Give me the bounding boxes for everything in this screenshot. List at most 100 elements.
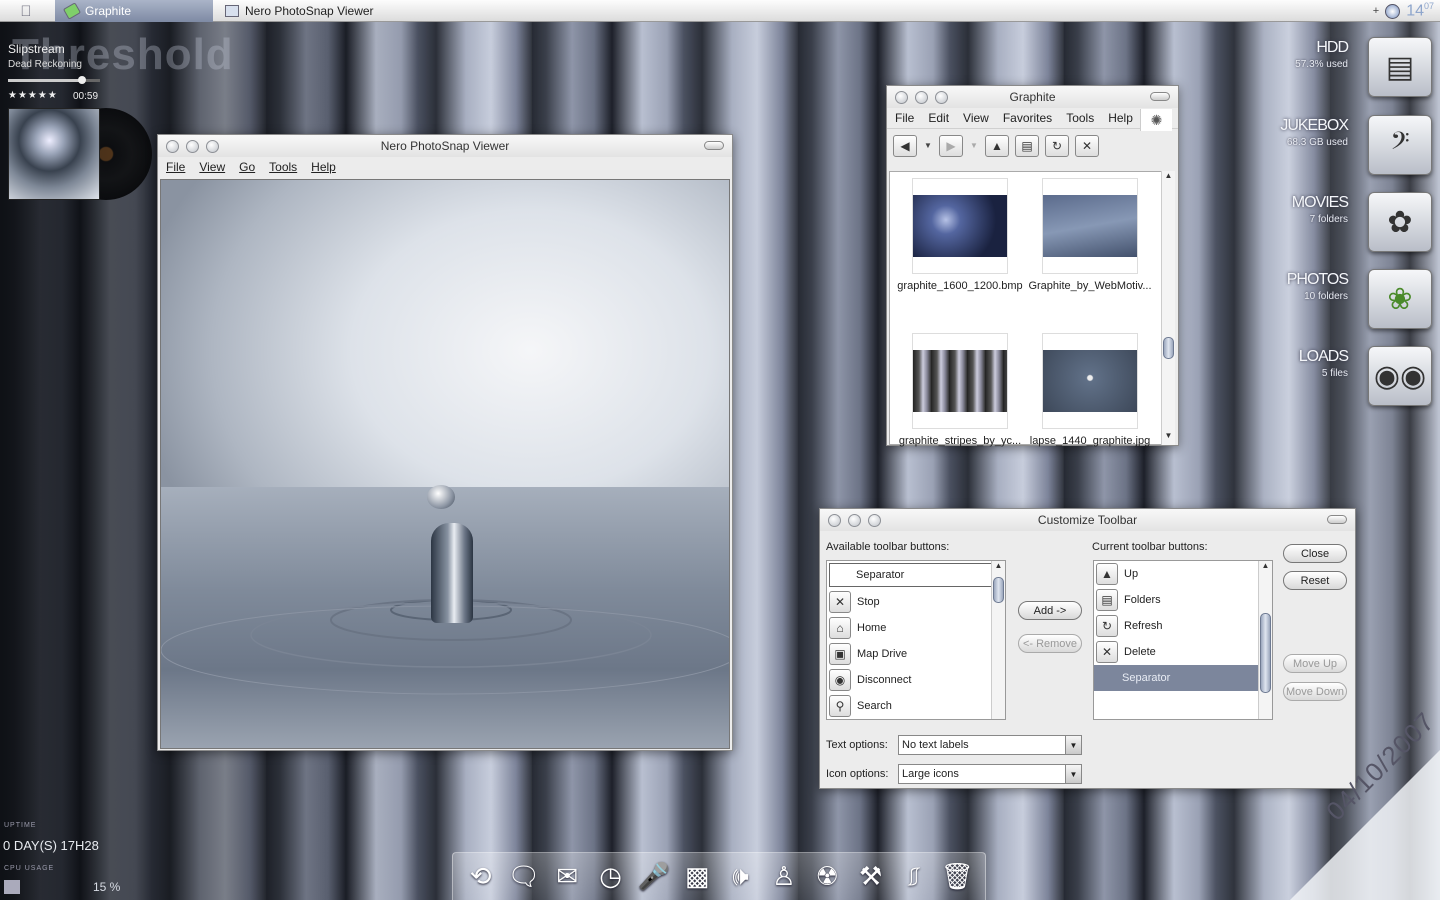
window-titlebar[interactable]: Graphite	[887, 86, 1178, 108]
zoom-button[interactable]	[868, 514, 881, 527]
photo-canvas[interactable]	[160, 179, 730, 749]
scroll-thumb[interactable]	[993, 577, 1004, 603]
rating-stars[interactable]: ★★★★★	[8, 90, 58, 101]
scroll-thumb[interactable]	[1163, 337, 1174, 359]
list-item-search[interactable]: ⚲ Search	[827, 693, 1005, 719]
menu-help[interactable]: Help	[311, 160, 336, 174]
drive-jukebox[interactable]: JUKEBOX 68.3 GB used 𝄢	[1280, 115, 1438, 181]
tools-icon[interactable]: ⚒	[854, 861, 888, 892]
move-down-button[interactable]: Move Down	[1283, 682, 1347, 701]
up-button[interactable]: ▲	[985, 134, 1009, 157]
current-list-scrollbar[interactable]: ▲	[1258, 561, 1272, 719]
chat-bubble-icon[interactable]: 🗨	[507, 861, 541, 892]
eyes-icon[interactable]: ◉◉	[1368, 346, 1432, 406]
text-options-select[interactable]: No text labels ▼	[898, 735, 1082, 755]
list-item-delete[interactable]: ✕ Delete	[1094, 639, 1272, 665]
zoom-button[interactable]	[206, 140, 219, 153]
drive-photos[interactable]: PHOTOS 10 folders ❀	[1287, 269, 1438, 335]
microphone-icon[interactable]: 🎤	[637, 861, 671, 892]
menu-tools[interactable]: Tools	[1066, 111, 1094, 125]
toolbar-toggle-button[interactable]	[1327, 515, 1347, 524]
toolbar-toggle-button[interactable]	[1150, 92, 1170, 101]
list-item-map-drive[interactable]: ▣ Map Drive	[827, 641, 1005, 667]
scroll-up-arrow-icon[interactable]: ▲	[1259, 561, 1272, 573]
minimize-button[interactable]	[915, 91, 928, 104]
window-titlebar[interactable]: Customize Toolbar	[820, 509, 1355, 531]
refresh-button[interactable]: ↻	[1045, 134, 1069, 157]
file-item[interactable]: lapse_1440_graphite.jpg	[1020, 329, 1160, 479]
close-dialog-button[interactable]: Close	[1283, 544, 1347, 563]
drive-loads[interactable]: LOADS 5 files ◉◉	[1290, 346, 1438, 412]
scroll-down-arrow-icon[interactable]: ▼	[1162, 431, 1175, 443]
available-buttons-list[interactable]: Separator ✕ Stop ⌂ Home ▣ Map Drive ◉ Discon…	[826, 560, 1006, 720]
minimize-button[interactable]	[848, 514, 861, 527]
close-button[interactable]	[166, 140, 179, 153]
chevron-down-icon[interactable]: ▼	[1065, 765, 1081, 783]
menu-view[interactable]: View	[963, 111, 989, 125]
menu-edit[interactable]: Edit	[928, 111, 949, 125]
list-item-folders[interactable]: ▤ Folders	[1094, 587, 1272, 613]
reset-button[interactable]: Reset	[1283, 571, 1347, 590]
task-graphite[interactable]: Graphite	[55, 0, 213, 22]
user-icon[interactable]: ♙	[767, 861, 801, 892]
current-buttons-list[interactable]: ▲ Up ▤ Folders ↻ Refresh ✕ Delete Separator …	[1093, 560, 1273, 720]
apple-menu-icon[interactable]: 	[0, 0, 52, 22]
radiation-icon[interactable]: ☢	[810, 861, 844, 892]
forward-button[interactable]: ▶	[939, 134, 963, 157]
menu-favorites[interactable]: Favorites	[1003, 111, 1052, 125]
tray-plus-button[interactable]: +	[1373, 5, 1379, 17]
scroll-up-arrow-icon[interactable]: ▲	[992, 561, 1005, 573]
menu-tools[interactable]: Tools	[269, 160, 297, 174]
forward-dropdown-icon[interactable]: ▼	[969, 141, 979, 150]
film-reel-icon[interactable]: ✿	[1368, 192, 1432, 252]
mail-icon[interactable]: ✉	[550, 861, 584, 892]
menu-file[interactable]: File	[895, 111, 914, 125]
close-button[interactable]	[895, 91, 908, 104]
projector-icon[interactable]: ⎎	[897, 861, 931, 893]
chevron-down-icon[interactable]: ▼	[1065, 736, 1081, 754]
toolbar-toggle-button[interactable]	[704, 141, 724, 150]
available-list-scrollbar[interactable]: ▲	[991, 561, 1005, 719]
remove-button[interactable]: <- Remove	[1018, 634, 1082, 653]
hard-drive-icon[interactable]: ▤	[1368, 37, 1432, 97]
list-item-up[interactable]: ▲ Up	[1094, 561, 1272, 587]
bass-clef-icon[interactable]: 𝄢	[1368, 115, 1432, 175]
menu-help[interactable]: Help	[1108, 111, 1133, 125]
list-item-separator[interactable]: Separator	[1094, 665, 1272, 691]
firefox-icon[interactable]: ⟲	[464, 861, 498, 892]
file-item[interactable]: graphite_stripes_by_yc...	[890, 329, 1030, 479]
menu-view[interactable]: View	[199, 160, 225, 174]
minimize-button[interactable]	[186, 140, 199, 153]
zoom-button[interactable]	[935, 91, 948, 104]
delete-button[interactable]: ✕	[1075, 134, 1099, 157]
scroll-thumb[interactable]	[1260, 613, 1271, 693]
folders-button[interactable]: ▤	[1015, 134, 1039, 157]
list-item-stop[interactable]: ✕ Stop	[827, 589, 1005, 615]
back-dropdown-icon[interactable]: ▼	[923, 141, 933, 150]
menu-go[interactable]: Go	[239, 160, 255, 174]
icon-options-select[interactable]: Large icons ▼	[898, 764, 1082, 784]
drive-hdd[interactable]: HDD 57.3% used ▤	[1290, 37, 1438, 103]
close-button[interactable]	[828, 514, 841, 527]
list-item-disconnect[interactable]: ◉ Disconnect	[827, 667, 1005, 693]
back-button[interactable]: ◀	[893, 134, 917, 157]
add-button[interactable]: Add ->	[1018, 601, 1082, 620]
speakers-icon[interactable]: ▩	[680, 861, 714, 892]
window-titlebar[interactable]: Nero PhotoSnap Viewer	[158, 135, 732, 157]
trash-icon[interactable]: 🗑	[940, 861, 974, 892]
track-progress-bar[interactable]	[8, 76, 100, 84]
list-item-home[interactable]: ⌂ Home	[827, 615, 1005, 641]
scroll-up-arrow-icon[interactable]: ▲	[1162, 171, 1175, 183]
clock-icon[interactable]: ◷	[594, 861, 628, 892]
globe-icon[interactable]	[1385, 3, 1401, 19]
track-progress-knob[interactable]	[77, 76, 86, 84]
move-up-button[interactable]: Move Up	[1283, 654, 1347, 673]
list-item-separator[interactable]: Separator	[829, 563, 1003, 587]
drive-movies[interactable]: MOVIES 7 folders ✿	[1290, 192, 1438, 258]
file-item[interactable]: graphite_1600_1200.bmp	[890, 174, 1030, 324]
volume-icon[interactable]: 🕪	[724, 861, 758, 893]
list-item-refresh[interactable]: ↻ Refresh	[1094, 613, 1272, 639]
file-item[interactable]: Graphite_by_WebMotiv...	[1020, 174, 1160, 324]
photo-leaf-icon[interactable]: ❀	[1368, 269, 1432, 329]
task-nero[interactable]: Nero PhotoSnap Viewer	[215, 0, 515, 22]
